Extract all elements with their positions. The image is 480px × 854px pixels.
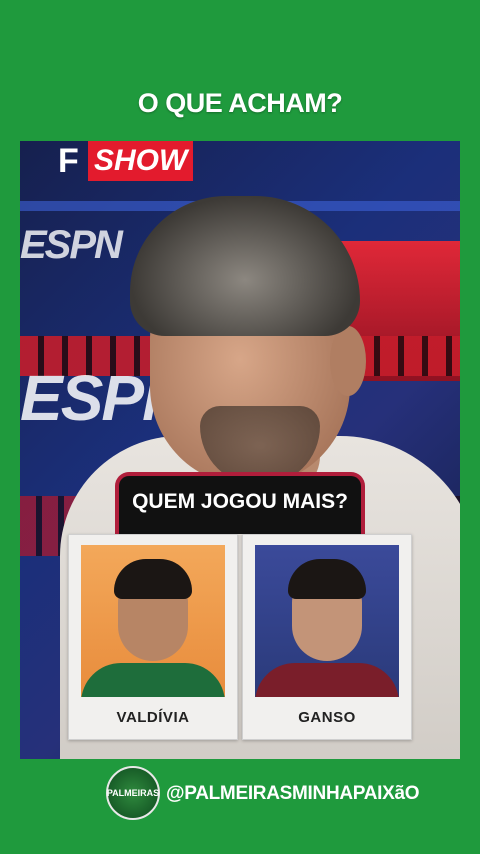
club-badge-icon: PALMEIRAS <box>106 766 160 820</box>
poll-option-valdivia[interactable]: VALDÍVIA <box>68 534 238 740</box>
player-photo-valdivia <box>81 545 225 697</box>
player-hair <box>288 559 366 599</box>
page-title: O QUE ACHAM? <box>137 88 343 118</box>
account-handle[interactable]: @PALMEIRASMINHAPAIXãO <box>166 783 420 805</box>
ear <box>330 326 366 396</box>
poll-option-label: GANSO <box>298 709 356 726</box>
player-photo-ganso <box>255 545 399 697</box>
poll-option-label: VALDÍVIA <box>116 709 190 726</box>
player-hair <box>114 559 192 599</box>
poll-option-ganso[interactable]: GANSO <box>242 534 412 740</box>
poll-question: QUEM JOGOU MAIS? <box>132 490 348 513</box>
player-jersey <box>255 663 399 697</box>
player-jersey <box>81 663 225 697</box>
hair <box>130 196 360 336</box>
